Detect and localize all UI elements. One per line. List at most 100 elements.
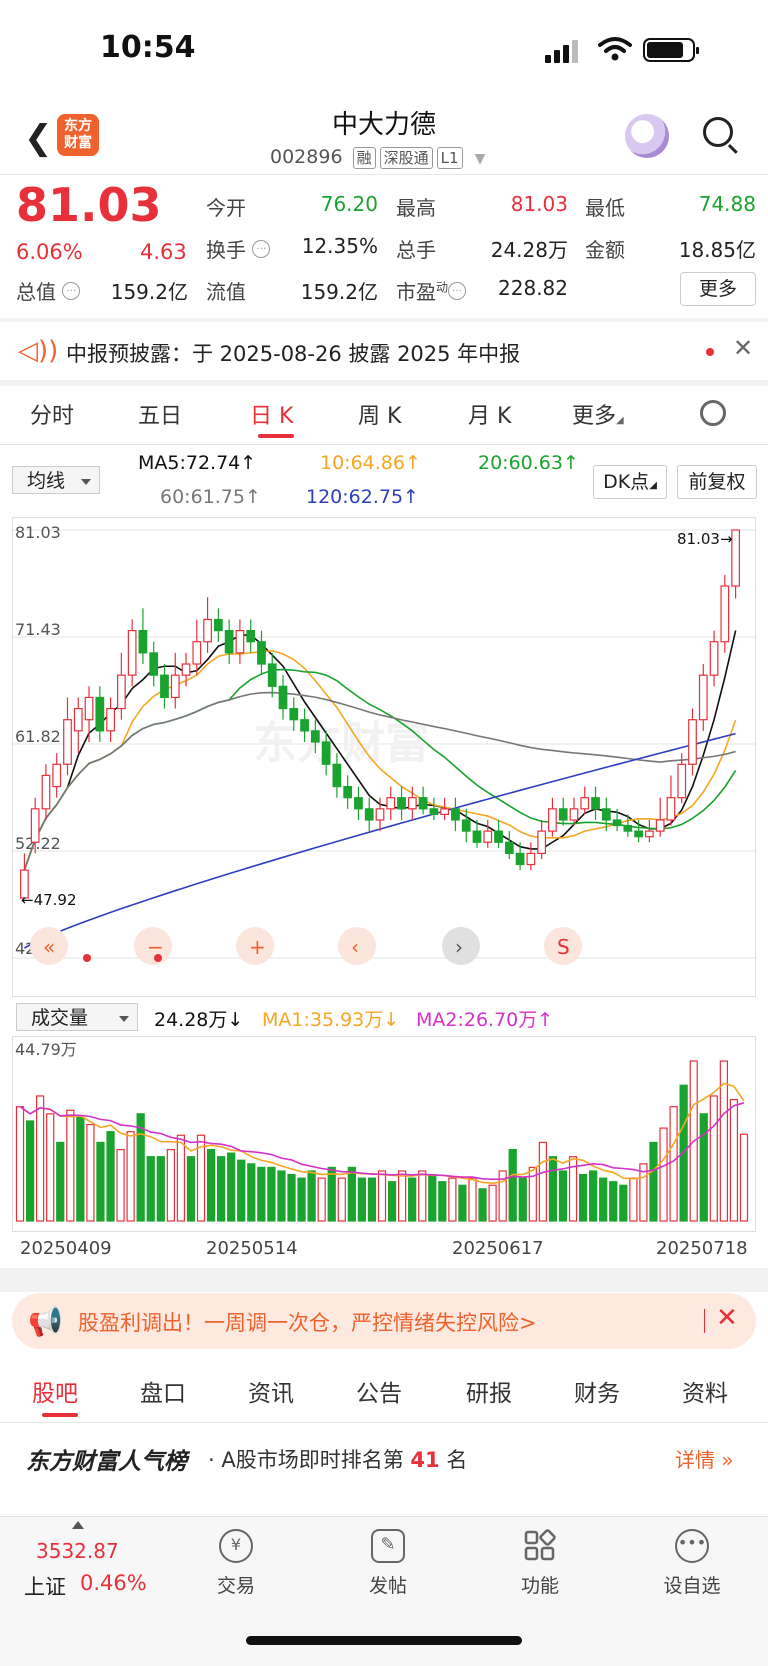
edit-icon: ✎: [371, 1529, 405, 1563]
divider: [0, 444, 768, 445]
date-label: 20250617: [452, 1238, 544, 1259]
candle-body: [30, 808, 40, 843]
volume-bar: [418, 1170, 427, 1222]
tab-five-day[interactable]: 五日: [138, 398, 182, 430]
nav-add-watchlist[interactable]: ••• 设自选: [652, 1529, 732, 1598]
earnings-notice[interactable]: ◁)) 中报预披露：于 2025-08-26 披露 2025 年中报 ✕: [0, 322, 768, 380]
promo-banner[interactable]: 📢 股盈利调出！一周调一次仓，严控情绪失控风险> ✕: [12, 1293, 756, 1349]
candle-body: [95, 696, 105, 732]
high-value: 81.03: [510, 192, 568, 216]
candle-body: [246, 629, 256, 643]
nav-trade[interactable]: ¥ 交易: [196, 1529, 276, 1598]
info-dots-icon[interactable]: …: [252, 240, 271, 259]
close-icon[interactable]: ✕: [716, 1303, 738, 1333]
restore-right-button[interactable]: 前复权: [677, 465, 757, 499]
period-tabs: 分时 五日 日 K 周 K 月 K 更多◢: [0, 392, 768, 442]
search-icon[interactable]: [703, 117, 733, 147]
robot-assistant-icon[interactable]: [625, 114, 669, 158]
candle-body: [494, 830, 503, 843]
tag-level: L1: [436, 147, 463, 169]
nav-functions[interactable]: 功能: [500, 1529, 580, 1598]
gear-icon[interactable]: [700, 400, 726, 426]
tab-weekly-k[interactable]: 周 K: [358, 398, 401, 430]
candle-body: [418, 797, 428, 810]
candle-body: [580, 797, 590, 810]
volume-bar: [126, 1131, 135, 1222]
candlestick-chart[interactable]: 81.0371.4361.8252.2242.61东方财富81.03→←47.9…: [12, 517, 756, 997]
change-percent: 6.06%: [16, 240, 83, 264]
candle-body: [515, 852, 525, 866]
candle-body: [429, 808, 439, 816]
volume-bar: [679, 1084, 688, 1222]
turnover-label[interactable]: 换手 …: [206, 234, 271, 263]
more-button[interactable]: 更多: [680, 272, 756, 306]
close-icon[interactable]: ✕: [733, 334, 753, 362]
ma5-value: MA5:72.74↑: [138, 452, 257, 474]
volume-bar: [267, 1166, 276, 1222]
dk-point-button[interactable]: DK点◢: [593, 465, 667, 499]
candle-body: [634, 830, 643, 838]
candle-body: [41, 774, 51, 810]
tab-announcements[interactable]: 公告: [356, 1374, 402, 1408]
tag-connect: 深股通: [379, 147, 433, 169]
volume-bar: [116, 1148, 125, 1222]
tab-monthly-k[interactable]: 月 K: [468, 398, 511, 430]
candle-body: [203, 618, 212, 643]
volume-bar: [337, 1177, 346, 1222]
volume-bar: [307, 1170, 316, 1222]
candle-body: [666, 797, 676, 821]
pe-label[interactable]: 市盈动…: [396, 276, 467, 305]
volume-indicator-select[interactable]: 成交量: [16, 1003, 138, 1031]
volume-bar: [186, 1156, 196, 1222]
tab-news[interactable]: 资讯: [248, 1374, 294, 1408]
notice-text: 中报预披露：于 2025-08-26 披露 2025 年中报: [66, 342, 521, 366]
divider: [0, 1422, 768, 1423]
rank-details-link[interactable]: 详情 »: [675, 1444, 734, 1473]
candle-body: [720, 585, 730, 643]
volume-bar: [237, 1159, 246, 1222]
candle-body: [192, 641, 202, 665]
volume-bar: [297, 1177, 306, 1222]
candle-body: [451, 808, 460, 821]
index-percent[interactable]: 0.46%: [80, 1571, 147, 1595]
index-value[interactable]: 3532.87: [36, 1539, 119, 1563]
candle-body: [160, 674, 169, 699]
candle-body: [278, 685, 288, 710]
tab-daily-k[interactable]: 日 K: [250, 398, 293, 430]
tab-finance[interactable]: 财务: [574, 1374, 620, 1408]
volume-bar: [317, 1177, 326, 1222]
tab-guba[interactable]: 股吧: [32, 1374, 78, 1408]
volume-bar: [247, 1163, 256, 1222]
candle-body: [731, 529, 740, 587]
divider: [704, 1309, 705, 1333]
indicator-select[interactable]: 均线: [12, 466, 100, 494]
info-dots-icon[interactable]: …: [448, 282, 467, 301]
candle-body: [591, 797, 600, 810]
market-cap-label[interactable]: 总值 …: [16, 276, 81, 305]
status-time: 10:54: [100, 30, 196, 65]
stock-code-row[interactable]: 002896 融深股通 L1 ▼: [270, 146, 485, 169]
volume-bar: [619, 1184, 628, 1222]
nav-post[interactable]: ✎ 发帖: [348, 1529, 428, 1598]
candle-body: [321, 741, 331, 765]
volume-bar: [599, 1177, 608, 1222]
date-label: 20250514: [206, 1238, 298, 1259]
wifi-icon: [598, 37, 632, 61]
candlestick-svg: 81.0371.4361.8252.2242.61东方财富81.03→←47.9…: [13, 523, 755, 965]
tab-order-book[interactable]: 盘口: [140, 1374, 186, 1408]
expand-up-icon[interactable]: [72, 1521, 84, 1529]
info-dots-icon[interactable]: …: [62, 282, 81, 301]
volume-bar: [367, 1177, 377, 1222]
candle-body: [440, 808, 450, 816]
tab-more[interactable]: 更多◢: [572, 398, 624, 430]
volume-chart[interactable]: 44.79万: [12, 1036, 756, 1232]
tab-profile[interactable]: 资料: [682, 1374, 728, 1408]
signal-icon: [545, 40, 581, 63]
popularity-rank[interactable]: 东方财富人气榜 · A股市场即时排名第 41 名 详情 »: [0, 1428, 768, 1488]
volume-bar: [558, 1170, 568, 1222]
volume-bar: [166, 1148, 175, 1222]
tab-research[interactable]: 研报: [466, 1374, 512, 1408]
index-name[interactable]: 上证: [24, 1571, 66, 1601]
tab-intraday[interactable]: 分时: [30, 398, 74, 430]
candle-body: [224, 629, 234, 654]
